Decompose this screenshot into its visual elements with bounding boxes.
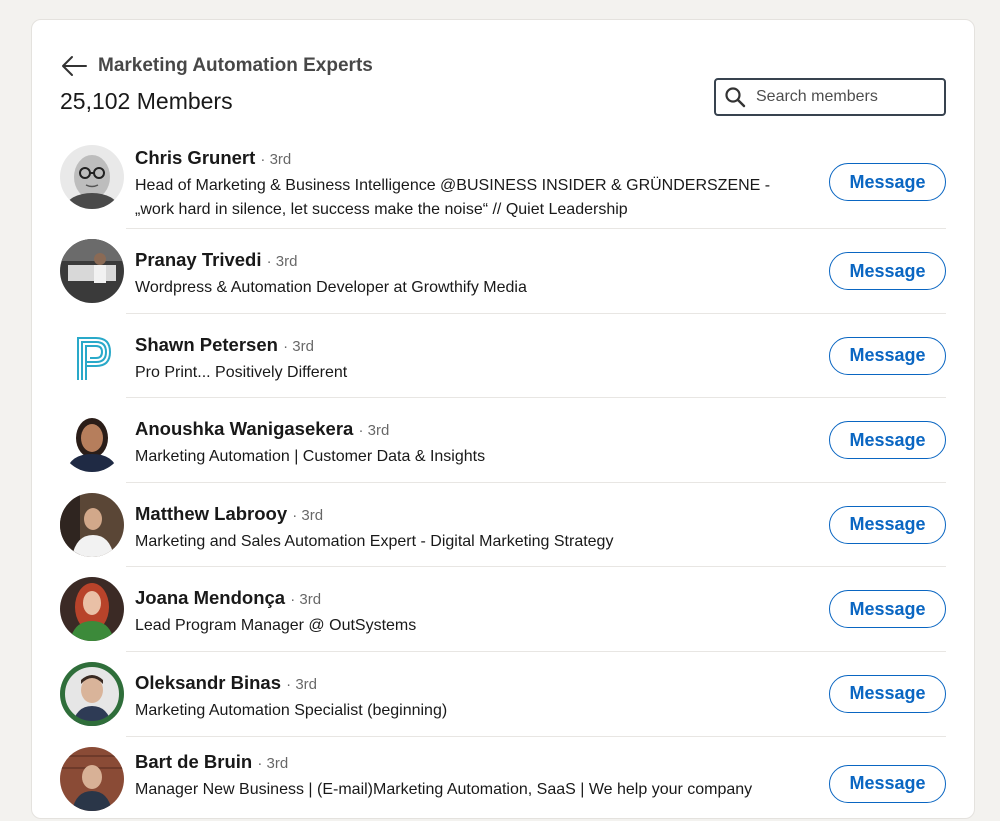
avatar[interactable]	[60, 408, 124, 473]
member-headline: Marketing Automation | Customer Data & I…	[135, 448, 486, 466]
message-button[interactable]: Message	[829, 505, 946, 544]
avatar[interactable]	[60, 661, 124, 726]
search-icon	[725, 87, 746, 108]
avatar[interactable]	[60, 746, 124, 811]
member-name[interactable]: Joana Mendonça	[135, 587, 285, 608]
message-button[interactable]: Message	[829, 163, 946, 201]
avatar[interactable]	[60, 492, 124, 557]
message-button[interactable]: Message	[829, 336, 946, 375]
member-name[interactable]: Matthew Labrooy	[135, 503, 287, 524]
members-count: 25,102 Members	[60, 88, 233, 114]
member-headline-line2: „work hard in silence, let success make …	[135, 201, 628, 218]
avatar[interactable]	[60, 323, 124, 388]
members-card: Marketing Automation Experts 25,102 Memb…	[31, 19, 975, 819]
list-item: Shawn Petersen · 3rd Pro Print... Positi…	[32, 314, 974, 399]
avatar[interactable]	[60, 239, 124, 303]
member-name[interactable]: Pranay Trivedi	[135, 249, 261, 270]
member-name[interactable]: Anoushka Wanigasekera	[135, 418, 353, 439]
message-button[interactable]: Message	[829, 764, 946, 803]
member-headline: Marketing Automation Specialist (beginni…	[135, 701, 448, 719]
member-name[interactable]: Bart de Bruin	[135, 751, 252, 772]
list-item: Anoushka Wanigasekera · 3rd Marketing Au…	[32, 398, 974, 483]
message-button[interactable]: Message	[829, 252, 946, 290]
header: Marketing Automation Experts 25,102 Memb…	[60, 54, 946, 116]
list-item: Oleksandr Binas · 3rd Marketing Automati…	[32, 652, 974, 737]
avatar[interactable]	[60, 577, 124, 642]
list-item: Pranay Trivedi · 3rd Wordpress & Automat…	[32, 229, 974, 314]
connection-degree: · 3rd	[266, 253, 298, 270]
member-name[interactable]: Oleksandr Binas	[135, 672, 281, 693]
arrow-left-icon[interactable]	[60, 54, 88, 78]
connection-degree: · 3rd	[290, 591, 322, 609]
member-headline: Head of Marketing & Business Intelligenc…	[135, 177, 771, 194]
message-button[interactable]: Message	[829, 421, 946, 460]
connection-degree: · 3rd	[283, 337, 314, 355]
member-headline: Manager New Business | (E-mail)Marketing…	[135, 780, 753, 798]
connection-degree: · 3rd	[257, 754, 289, 772]
search-input[interactable]	[754, 87, 938, 107]
search-box[interactable]	[714, 78, 946, 116]
member-name[interactable]: Shawn Petersen	[135, 334, 278, 355]
member-name[interactable]: Chris Grunert	[135, 147, 255, 168]
list-item: Bart de Bruin · 3rd Manager New Business…	[32, 737, 974, 821]
message-button[interactable]: Message	[829, 674, 946, 713]
avatar[interactable]	[60, 145, 124, 209]
member-headline: Lead Program Manager @ OutSystems	[135, 617, 417, 635]
message-button[interactable]: Message	[829, 590, 946, 629]
list-item: Joana Mendonça · 3rd Lead Program Manage…	[32, 567, 974, 652]
list-item: Matthew Labrooy · 3rd Marketing and Sale…	[32, 483, 974, 568]
list-item: Chris Grunert · 3rd Head of Marketing & …	[32, 142, 974, 229]
connection-degree: · 3rd	[292, 506, 324, 524]
member-headline: Pro Print... Positively Different	[135, 363, 348, 381]
group-title: Marketing Automation Experts	[98, 55, 373, 76]
connection-degree: · 3rd	[260, 151, 292, 168]
member-headline: Wordpress & Automation Developer at Grow…	[135, 279, 527, 296]
member-headline: Marketing and Sales Automation Expert - …	[135, 532, 614, 550]
connection-degree: · 3rd	[358, 422, 390, 440]
connection-degree: · 3rd	[286, 675, 317, 693]
member-list: Chris Grunert · 3rd Head of Marketing & …	[32, 142, 974, 821]
